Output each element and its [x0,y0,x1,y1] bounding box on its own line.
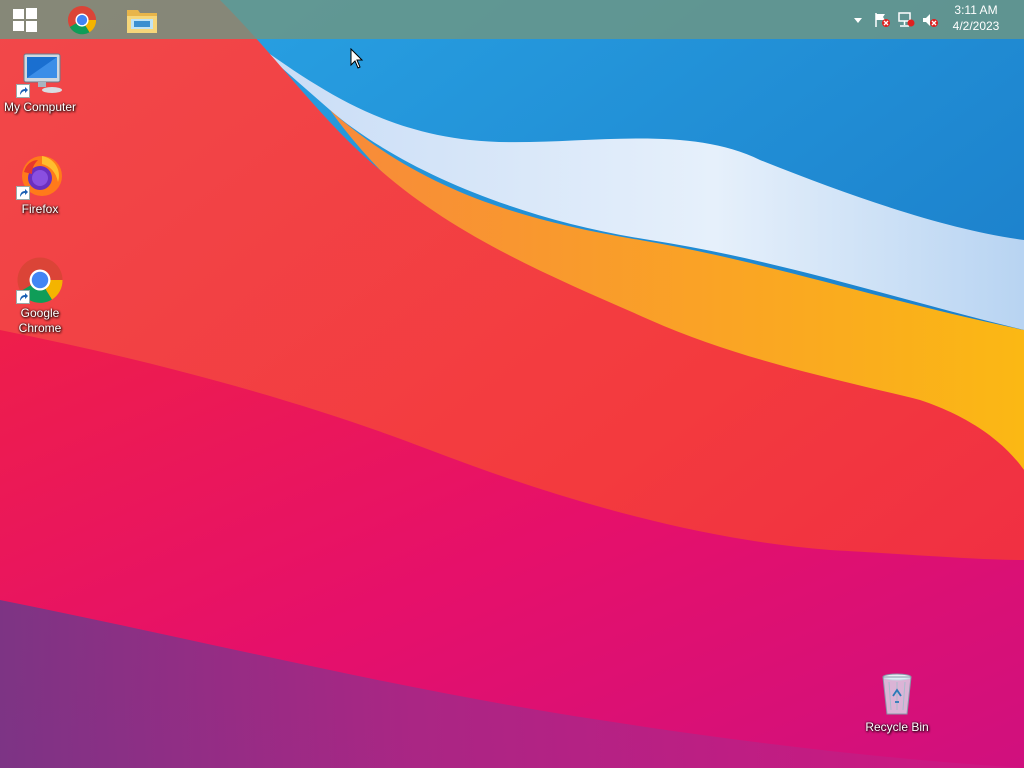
action-center-flag-icon [875,12,890,27]
recycle-bin-icon [882,673,912,715]
tray-action-center-button[interactable] [872,0,892,39]
desktop-icon-label: My Computer [3,100,77,114]
mouse-cursor-icon [350,48,364,69]
shortcut-arrow-icon [16,84,30,98]
taskbar: 3:11 AM 4/2/2023 [0,0,1024,39]
desktop-icon-recycle-bin[interactable]: Recycle Bin [857,670,937,735]
windows-logo-icon [13,7,37,32]
tray-volume-button[interactable] [920,0,940,39]
taskbar-file-explorer-button[interactable] [120,0,164,39]
shortcut-arrow-icon [16,290,30,304]
desktop-wallpaper [0,0,1024,768]
show-hidden-icons-button[interactable] [850,0,866,39]
chevron-up-icon [854,17,862,23]
taskbar-clock[interactable]: 3:11 AM 4/2/2023 [948,2,1004,34]
taskbar-chrome-button[interactable] [60,0,104,39]
clock-time: 3:11 AM [954,3,998,17]
desktop-icon-label: Recycle Bin [865,720,929,734]
volume-muted-icon [923,13,938,27]
shortcut-arrow-icon [16,186,30,200]
desktop-icon-google-chrome[interactable]: Google Chrome [0,256,80,336]
desktop-icon-label: Firefox [21,202,59,216]
folder-icon [127,9,157,33]
tray-network-button[interactable] [896,0,916,39]
desktop-icon-firefox[interactable]: Firefox [0,152,80,217]
start-button[interactable] [0,0,50,39]
network-icon [898,11,915,27]
clock-date: 4/2/2023 [952,19,1000,33]
desktop-icon-my-computer[interactable]: My Computer [0,50,80,115]
desktop-icon-label: Google Chrome [18,306,62,335]
chrome-icon [67,5,97,34]
